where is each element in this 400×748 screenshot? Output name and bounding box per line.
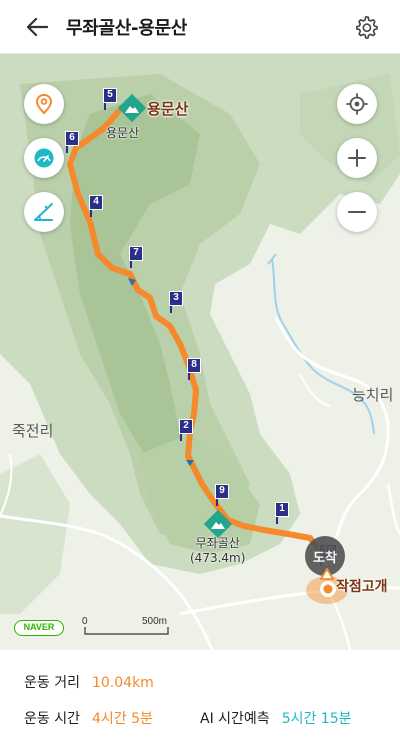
waypoint-pole [90,210,92,217]
time-stat: 운동 시간 4시간 5분 [24,708,153,728]
waypoint-pole [188,373,190,380]
waypoint-pole [170,306,172,313]
scale-max: 500m [142,616,168,627]
mountain-marker-icon[interactable] [118,94,146,122]
waypoint-flag[interactable]: 2 [179,419,193,434]
place-label-jukjeon: 죽전리 [12,422,54,440]
waypoint-flag[interactable]: 4 [89,195,103,210]
ai-time-label: AI 시간예측 [200,711,270,727]
waypoint-flag[interactable]: 6 [65,131,79,146]
summit-name: 무좌골산 [195,536,240,550]
top-bar: 무좌골산-용문산 [0,0,400,54]
map-view[interactable]: 죽전리 능치리 용문산 용문산 무좌골산 (473.4m) 1 2 3 4 5 … [0,54,400,650]
summit-label-mujwagolsan: 무좌골산 (473.4m) [190,536,245,566]
speed-button[interactable] [24,138,64,178]
zoom-out-icon [348,211,366,213]
summit-elevation: (473.4m) [190,551,246,565]
gear-icon [356,16,378,39]
zoom-out-button[interactable] [337,192,377,232]
waypoint-pole [180,434,182,441]
ai-time-value: 5시간 15분 [281,711,352,727]
waypoint-flag[interactable]: 1 [275,502,289,517]
stats-panel: 운동 거리 10.04km 운동 시간 4시간 5분 AI 시간예측 5시간 15분 [0,650,400,748]
waypoint-pole [216,499,218,506]
waypoint-pole [66,146,68,153]
settings-button[interactable] [350,11,382,43]
distance-stat: 운동 거리 10.04km [24,672,154,692]
scale-bar [84,627,169,635]
location-pin-button[interactable] [24,84,64,124]
waypoint-flag[interactable]: 9 [215,484,229,499]
waypoint-flag[interactable]: 7 [129,246,143,261]
zoom-in-icon [348,149,366,167]
pass-marker-icon [320,568,334,580]
scale-zero: 0 [82,616,88,627]
end-point-label: 작점고개 [336,579,388,595]
end-point-icon[interactable] [318,579,338,599]
waypoint-pole [130,261,132,268]
locate-me-icon [346,93,368,115]
summit-sublabel-yongmunsan: 용문산 [106,126,140,140]
waypoint-flag[interactable]: 5 [103,88,117,103]
mountain-marker-icon[interactable] [204,510,232,538]
locate-me-button[interactable] [337,84,377,124]
summit-label-yongmunsan: 용문산 [147,100,189,118]
back-button[interactable] [22,12,52,42]
waypoint-pole [104,103,106,110]
place-label-neungchi: 능치리 [352,386,394,404]
time-value: 4시간 5분 [91,711,153,727]
distance-label: 운동 거리 [24,675,80,691]
zoom-in-button[interactable] [337,138,377,178]
waypoint-flag[interactable]: 3 [169,291,183,306]
arrow-left-icon [26,17,48,37]
time-label: 운동 시간 [24,711,80,727]
ai-time-stat: AI 시간예측 5시간 15분 [200,708,352,728]
waypoint-pole [276,517,278,524]
distance-value: 10.04km [91,675,154,691]
location-pin-icon [35,93,53,115]
naver-logo: NAVER [14,620,64,636]
waypoint-flag[interactable]: 8 [187,358,201,373]
slope-button[interactable] [24,192,64,232]
page-title: 무좌골산-용문산 [66,18,187,39]
speedometer-icon [34,148,54,168]
slope-icon [34,203,53,221]
